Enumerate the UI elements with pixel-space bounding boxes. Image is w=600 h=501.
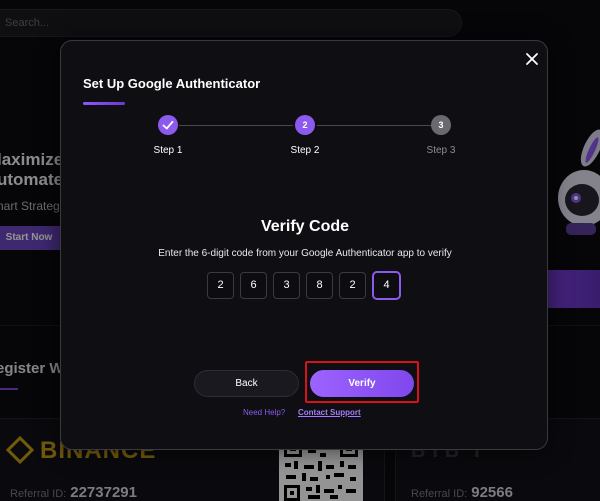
code-digit-6[interactable]: 4 <box>373 272 400 299</box>
step-1-check-icon <box>158 115 178 135</box>
contact-support-link[interactable]: Contact Support <box>298 408 361 417</box>
code-digit-4[interactable]: 8 <box>306 272 333 299</box>
code-digit-1[interactable]: 2 <box>207 272 234 299</box>
code-digit-3[interactable]: 3 <box>273 272 300 299</box>
verify-code-heading: Verify Code <box>260 218 350 235</box>
modal-title: Set Up Google Authenticator <box>83 76 261 91</box>
verify-code-description: Enter the 6-digit code from your Google … <box>158 248 452 259</box>
step-3-indicator: 3 <box>431 115 451 135</box>
step-connector-2 <box>317 125 431 126</box>
title-underline <box>83 102 125 105</box>
page: Search... laximize utomate nart Strateg … <box>0 0 600 501</box>
step-connector-1 <box>179 125 293 126</box>
authenticator-setup-modal: Set Up Google Authenticator 2 3 Step 1 S… <box>60 40 548 450</box>
code-digit-5[interactable]: 2 <box>339 272 366 299</box>
step-2-indicator: 2 <box>295 115 315 135</box>
code-digit-2[interactable]: 6 <box>240 272 267 299</box>
need-help-text: Need Help? <box>243 408 286 417</box>
step-1-label: Step 1 <box>153 145 183 156</box>
back-button[interactable]: Back <box>194 370 299 397</box>
step-2-label: Step 2 <box>290 145 320 156</box>
step-3-label: Step 3 <box>426 145 456 156</box>
close-icon[interactable] <box>523 50 541 68</box>
verify-button[interactable]: Verify <box>310 370 414 397</box>
